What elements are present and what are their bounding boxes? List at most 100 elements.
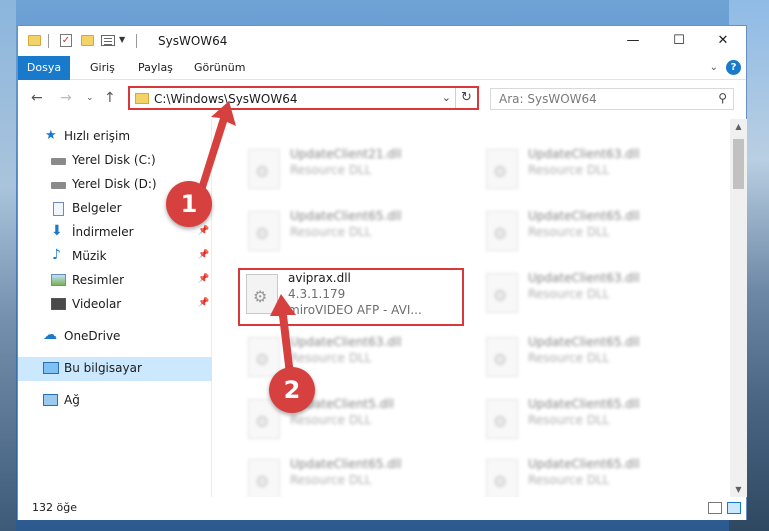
customize-toolbar-chevron-icon[interactable]: ▼ — [119, 35, 125, 53]
sidebar-item-label: Hızlı erişim — [64, 129, 131, 143]
step-marker-2: 2 — [269, 367, 315, 413]
document-icon — [53, 202, 64, 216]
file-description: Resource DLL — [528, 287, 610, 301]
file-name: UpdateClient65.dll — [528, 335, 640, 349]
vertical-scrollbar[interactable]: ▲ ▼ — [730, 119, 747, 497]
sidebar-item-label: Ağ — [64, 393, 80, 407]
pin-icon[interactable]: 📌 — [198, 298, 209, 308]
recent-locations-chevron-icon[interactable]: ⌄ — [86, 93, 94, 103]
address-row: ← → ⌄ ↑ C:\Windows\SysWOW64 ⌄ ↻ Ara: Sys… — [18, 81, 746, 116]
details-view-icon[interactable] — [708, 502, 722, 514]
list-item[interactable]: UpdateClient63.dll Resource DLL — [480, 141, 702, 193]
folder-icon — [28, 35, 41, 46]
address-bar[interactable]: C:\Windows\SysWOW64 ⌄ ↻ — [128, 86, 479, 110]
sidebar-item-this-pc[interactable]: Bu bilgisayar — [18, 357, 212, 381]
highlight-box — [238, 268, 464, 326]
file-description: Resource DLL — [290, 163, 372, 177]
dll-file-icon — [248, 211, 280, 251]
file-name: UpdateClient63.dll — [528, 147, 640, 161]
sidebar-item-label: İndirmeler — [72, 225, 134, 239]
sidebar-item-label: Yerel Disk (D:) — [72, 177, 157, 191]
list-item[interactable]: UpdateClient65.dll Resource DLL — [480, 203, 702, 255]
scroll-up-arrow-icon[interactable]: ▲ — [730, 122, 747, 131]
sidebar-item-label: Belgeler — [72, 201, 122, 215]
tab-view[interactable]: Görünüm — [194, 56, 245, 80]
scroll-down-arrow-icon[interactable]: ▼ — [730, 485, 747, 494]
dll-file-icon — [486, 337, 518, 377]
list-item[interactable]: UpdateClient65.dll Resource DLL — [480, 451, 702, 497]
download-icon: ⬇ — [51, 223, 63, 239]
sidebar-item-local-disk-c[interactable]: Yerel Disk (C:) — [18, 149, 212, 173]
drive-icon — [51, 158, 66, 165]
file-list: UpdateClient21.dll Resource DLL UpdateCl… — [218, 119, 730, 497]
search-placeholder: Ara: SysWOW64 — [499, 92, 597, 106]
back-arrow-icon[interactable]: ← — [31, 90, 43, 106]
file-name: UpdateClient65.dll — [290, 457, 402, 471]
scrollbar-thumb[interactable] — [733, 139, 744, 189]
window-title: SysWOW64 — [158, 34, 228, 48]
properties-icon[interactable] — [101, 35, 115, 46]
file-description: Resource DLL — [528, 351, 610, 365]
list-item[interactable]: UpdateClient63.dll Resource DLL — [480, 265, 702, 317]
new-folder-icon[interactable] — [81, 35, 94, 46]
search-input[interactable]: Ara: SysWOW64 ⚲ — [490, 88, 734, 110]
file-name: UpdateClient65.dll — [528, 397, 640, 411]
pin-icon[interactable]: 📌 — [198, 226, 209, 236]
list-item[interactable]: UpdateClient65.dll Resource DLL — [242, 203, 464, 255]
music-icon: ♪ — [52, 247, 61, 263]
expand-ribbon-chevron-icon[interactable]: ⌄ — [710, 62, 718, 73]
drive-icon — [51, 182, 66, 189]
help-icon[interactable]: ? — [726, 60, 741, 75]
file-name: UpdateClient65.dll — [290, 209, 402, 223]
dll-file-icon — [486, 459, 518, 497]
pin-icon[interactable]: 📌 — [198, 274, 209, 284]
close-button[interactable]: ✕ — [700, 26, 746, 56]
sidebar-item-pictures[interactable]: Resimler 📌 — [18, 269, 212, 293]
sidebar-item-network[interactable]: Ağ — [18, 389, 212, 413]
toolbar-separator — [48, 34, 49, 48]
list-item[interactable]: UpdateClient65.dll Resource DLL — [480, 391, 702, 443]
network-icon — [43, 394, 58, 406]
list-item[interactable]: UpdateClient21.dll Resource DLL — [242, 141, 464, 193]
large-icons-view-icon[interactable] — [727, 502, 741, 514]
title-bar: ✓ ▼ SysWOW64 — ☐ ✕ — [18, 26, 746, 56]
dll-file-icon — [248, 149, 280, 189]
sidebar-item-label: Müzik — [72, 249, 107, 263]
minimize-button[interactable]: — — [610, 26, 656, 56]
sidebar-item-onedrive[interactable]: ☁ OneDrive — [18, 325, 212, 349]
file-description: Resource DLL — [528, 473, 610, 487]
sidebar-item-label: OneDrive — [64, 329, 121, 343]
star-icon: ★ — [45, 128, 57, 143]
status-bar: 132 öğe — [18, 498, 746, 520]
forward-arrow-icon[interactable]: → — [60, 90, 72, 106]
sidebar-item-label: Videolar — [72, 297, 122, 311]
toolbar-separator — [136, 34, 137, 48]
refresh-icon[interactable]: ↻ — [455, 88, 477, 108]
sidebar-item-music[interactable]: ♪ Müzik 📌 — [18, 245, 212, 269]
sidebar-item-quick-access[interactable]: ★ Hızlı erişim — [18, 125, 212, 149]
pin-icon[interactable]: 📌 — [198, 250, 209, 260]
dll-file-icon — [486, 399, 518, 439]
up-arrow-icon[interactable]: ↑ — [104, 90, 116, 106]
file-description: Resource DLL — [290, 225, 372, 239]
pictures-icon — [51, 274, 66, 286]
file-name: UpdateClient21.dll — [290, 147, 402, 161]
tab-share[interactable]: Paylaş — [138, 56, 173, 80]
address-dropdown-chevron-icon[interactable]: ⌄ — [442, 91, 451, 104]
list-item[interactable]: UpdateClient65.dll Resource DLL — [480, 329, 702, 381]
file-description: Resource DLL — [290, 351, 372, 365]
dll-file-icon — [486, 149, 518, 189]
navigation-pane: ★ Hızlı erişim Yerel Disk (C:) Yerel Dis… — [18, 119, 212, 497]
search-icon[interactable]: ⚲ — [718, 91, 727, 105]
computer-icon — [43, 362, 59, 374]
maximize-button[interactable]: ☐ — [656, 26, 702, 56]
sidebar-item-videos[interactable]: Videolar 📌 — [18, 293, 212, 317]
file-name: UpdateClient65.dll — [528, 209, 640, 223]
dll-file-icon — [486, 273, 518, 313]
step-marker-1: 1 — [166, 181, 212, 227]
tab-file[interactable]: Dosya — [18, 56, 70, 80]
tab-home[interactable]: Giriş — [90, 56, 115, 80]
list-item[interactable]: UpdateClient65.dll Resource DLL — [242, 451, 464, 497]
address-path[interactable]: C:\Windows\SysWOW64 — [154, 92, 298, 106]
properties-check-icon[interactable]: ✓ — [60, 34, 72, 47]
